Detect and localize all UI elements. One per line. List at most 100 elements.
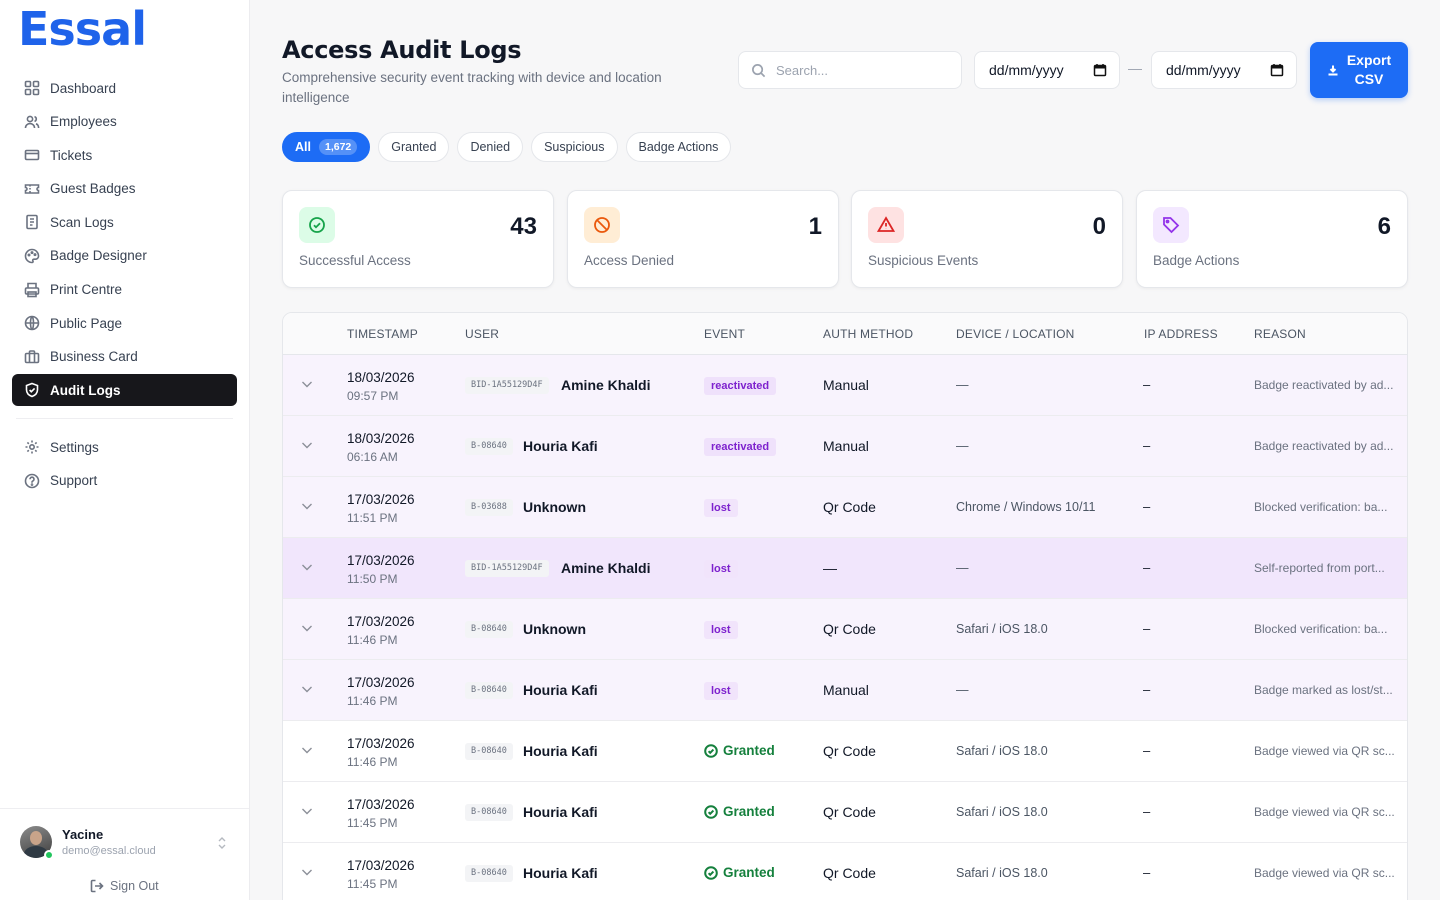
row-time: 11:46 PM (347, 694, 398, 708)
sidebar-item-label: Guest Badges (50, 181, 136, 197)
chevron-down-icon[interactable] (301, 562, 313, 572)
shield-icon (25, 382, 39, 398)
stat-icon-wrap (299, 207, 335, 243)
sidebar-item-public-page[interactable]: Public Page (12, 307, 237, 339)
check-circle-icon (309, 217, 325, 233)
sidebar-item-label: Support (50, 473, 98, 489)
row-reason: Badge viewed via QR sc... (1254, 805, 1395, 819)
online-status-icon (44, 850, 54, 860)
chevron-down-icon[interactable] (301, 867, 313, 877)
row-time: 11:46 PM (347, 633, 398, 647)
badge-icon (24, 183, 40, 194)
calendar-icon[interactable] (1270, 63, 1284, 77)
chevron-down-icon[interactable] (301, 745, 313, 755)
row-user-name: Houria Kafi (523, 743, 598, 759)
table-row[interactable]: 17/03/2026 11:50 PM BID-1A55129D4F Amine Kh… (283, 538, 1407, 599)
badge-id: B-08640 (465, 743, 513, 760)
table-row[interactable]: 17/03/2026 11:46 PM B-08640 Houria Kafi lost… (283, 660, 1407, 721)
table-row[interactable]: 17/03/2026 11:46 PM B-08640 Houria Kafi Gran… (283, 721, 1407, 782)
sidebar-item-tickets[interactable]: Tickets (12, 139, 237, 171)
row-auth-method: Qr Code (823, 743, 876, 759)
row-reason: Badge marked as lost/st... (1254, 683, 1393, 697)
column-header-device[interactable]: DEVICE / LOCATION (956, 327, 1075, 341)
row-time: 11:45 PM (347, 877, 398, 891)
sidebar-item-label: Scan Logs (50, 214, 114, 230)
date-to-value: dd/mm/yyyy (1166, 62, 1241, 78)
search-field[interactable] (738, 51, 962, 89)
table-row[interactable]: 18/03/2026 06:16 AM B-08640 Houria Kafi reac… (283, 416, 1407, 477)
status-badge: lost (704, 560, 738, 578)
chevron-down-icon[interactable] (301, 684, 313, 694)
table-row[interactable]: 17/03/2026 11:46 PM B-08640 Unknown lost Qr C… (283, 599, 1407, 660)
app-logo[interactable]: Essal (18, 2, 147, 56)
export-label-line1: Export (1346, 52, 1392, 68)
row-device: Safari / iOS 18.0 (956, 805, 1048, 819)
check-circle-icon (704, 866, 718, 880)
table-row[interactable]: 18/03/2026 09:57 PM BID-1A55129D4F Amine Kh… (283, 355, 1407, 416)
chevron-down-icon[interactable] (301, 379, 313, 389)
filter-all[interactable]: All 1,672 (282, 132, 371, 162)
export-csv-button[interactable]: Export CSV (1310, 42, 1408, 98)
column-header-event[interactable]: EVENT (704, 327, 745, 341)
filter-label: All (295, 140, 311, 154)
row-auth-method: Qr Code (823, 865, 876, 881)
row-date: 17/03/2026 (347, 614, 415, 629)
chevron-down-icon[interactable] (301, 501, 313, 511)
sidebar-item-guest-badges[interactable]: Guest Badges (12, 173, 237, 205)
badge-id: B-08640 (465, 621, 513, 638)
sidebar-item-audit-logs[interactable]: Audit Logs (12, 374, 237, 407)
stat-card-suspicious: 0 Suspicious Events (851, 190, 1123, 288)
table-row[interactable]: 17/03/2026 11:51 PM B-03688 Unknown lost Qr C… (283, 477, 1407, 538)
column-header-user[interactable]: USER (465, 327, 499, 341)
row-auth-method: Qr Code (823, 621, 876, 637)
table-row[interactable]: 17/03/2026 11:45 PM B-08640 Houria Kafi Gran… (283, 782, 1407, 843)
date-from-field[interactable]: dd/mm/yyyy (974, 51, 1120, 89)
sidebar-item-print-centre[interactable]: Print Centre (12, 274, 237, 306)
card-icon (24, 349, 40, 364)
column-header-auth-method[interactable]: AUTH METHOD (823, 327, 913, 341)
filter-granted[interactable]: Granted (378, 132, 450, 162)
sidebar-item-business-card[interactable]: Business Card (12, 341, 237, 373)
column-header-timestamp[interactable]: TIMESTAMP (347, 327, 418, 341)
stat-value: 1 (808, 213, 822, 240)
row-reason: Self-reported from port... (1254, 561, 1385, 575)
date-to-field[interactable]: dd/mm/yyyy (1151, 51, 1297, 89)
row-date: 17/03/2026 (347, 736, 415, 751)
search-input[interactable] (776, 62, 946, 78)
search-icon (752, 63, 766, 77)
chevron-down-icon[interactable] (301, 440, 313, 450)
row-device: — (956, 378, 969, 392)
column-header-reason[interactable]: REASON (1254, 327, 1306, 341)
sidebar-item-settings[interactable]: Settings (12, 431, 237, 463)
row-device: Safari / iOS 18.0 (956, 866, 1048, 880)
stat-icon-wrap (1153, 207, 1189, 243)
row-device: Safari / iOS 18.0 (956, 744, 1048, 758)
globe-icon (24, 315, 40, 331)
status-badge: reactivated (704, 438, 777, 456)
row-reason: Badge viewed via QR sc... (1254, 744, 1395, 758)
filter-denied[interactable]: Denied (457, 132, 524, 162)
user-panel[interactable]: Yacine demo@essal.cloud Sign Out (0, 808, 249, 900)
sidebar-item-label: Settings (50, 439, 99, 455)
chevron-updown-icon[interactable] (216, 835, 228, 851)
chevron-down-icon[interactable] (301, 623, 313, 633)
status-badge: lost (704, 682, 738, 700)
row-reason: Blocked verification: ba... (1254, 622, 1388, 636)
page-title: Access Audit Logs (282, 36, 522, 64)
filter-badge-actions[interactable]: Badge Actions (625, 132, 732, 162)
badge-id: BID-1A55129D4F (465, 560, 549, 577)
sidebar-item-employees[interactable]: Employees (12, 106, 237, 138)
chevron-down-icon[interactable] (301, 806, 313, 816)
row-date: 17/03/2026 (347, 675, 415, 690)
column-header-ip[interactable]: IP ADDRESS (1144, 327, 1218, 341)
calendar-icon[interactable] (1093, 63, 1107, 77)
sidebar-item-support[interactable]: Support (12, 465, 237, 497)
sign-out-button[interactable]: Sign Out (90, 879, 159, 893)
table-row[interactable]: 17/03/2026 11:45 PM B-08640 Houria Kafi Gran… (283, 843, 1407, 900)
sidebar-item-label: Public Page (50, 315, 123, 331)
sidebar-item-dashboard[interactable]: Dashboard (12, 72, 237, 104)
sidebar-item-badge-designer[interactable]: Badge Designer (12, 240, 237, 272)
row-ip: – (1143, 560, 1151, 575)
filter-suspicious[interactable]: Suspicious (531, 132, 618, 162)
sidebar-item-scan-logs[interactable]: Scan Logs (12, 206, 237, 238)
